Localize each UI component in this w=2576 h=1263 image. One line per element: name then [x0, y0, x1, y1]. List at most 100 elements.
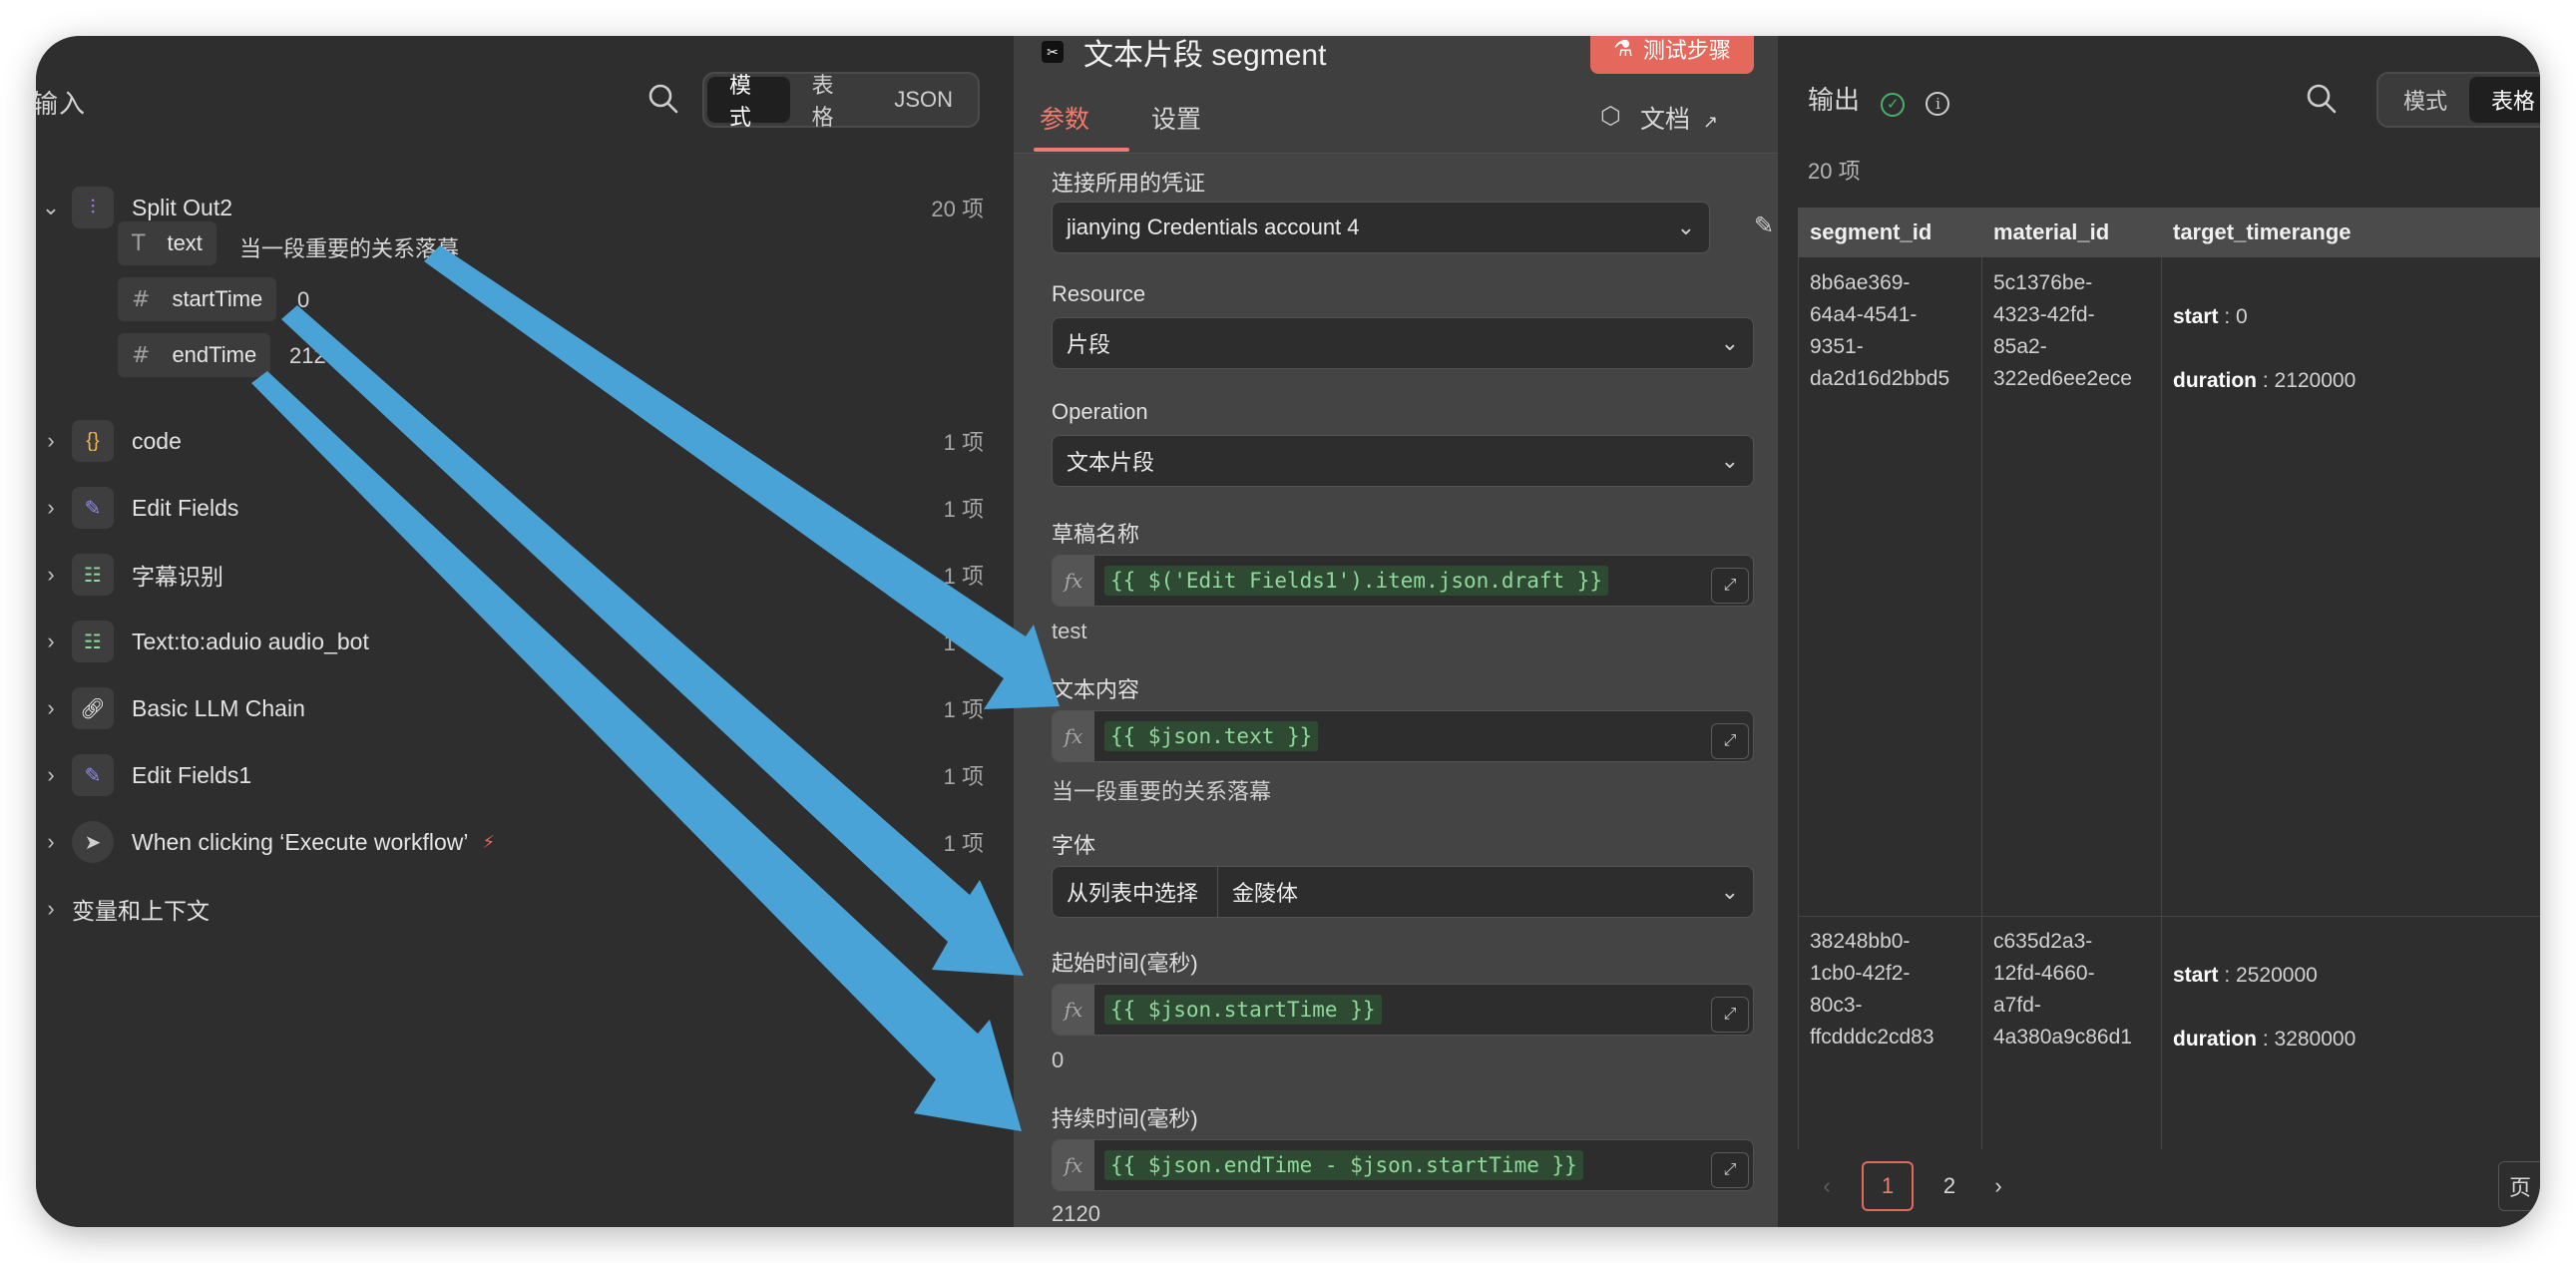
expand-icon[interactable]: ⤢ — [1711, 1152, 1749, 1188]
previous-page-icon[interactable]: ‹ — [1812, 1161, 1842, 1211]
draft-name-result: test — [1052, 619, 1087, 643]
start-time-expression[interactable]: fx {{ $json.startTime }} ⤢ — [1052, 984, 1754, 1036]
chevron-down-icon: ⌄ — [1676, 214, 1695, 239]
chevron-down-icon: ⌄ — [1720, 448, 1739, 473]
credential-select[interactable]: jianying Credentials account 4 ⌄ — [1052, 202, 1710, 253]
node-title-text: 文本片段 segment — [1083, 39, 1327, 72]
expand-icon[interactable]: ⤢ — [1711, 723, 1749, 759]
expression-code: {{ $json.endTime - $json.startTime }} — [1104, 1150, 1583, 1180]
draft-name-label: 草稿名称 — [1052, 522, 1140, 547]
text-content-expression[interactable]: fx {{ $json.text }} ⤢ — [1052, 710, 1754, 762]
edit-credential-icon[interactable]: ✎ — [1754, 211, 1774, 240]
page-size-select[interactable]: 页 — [2498, 1161, 2540, 1211]
number-type-icon: # — [132, 342, 151, 368]
page-1-button[interactable]: 1 — [1862, 1161, 1914, 1211]
chevron-right-icon[interactable]: › — [36, 428, 66, 454]
tree-node-edit-fields[interactable]: › ✎ Edit Fields 1 项 — [36, 480, 984, 536]
key-start: start — [2173, 964, 2219, 987]
search-icon[interactable] — [646, 82, 680, 116]
expand-icon[interactable]: ⤢ — [1711, 997, 1749, 1033]
value-start: 2520000 — [2236, 964, 2318, 987]
field-starttime[interactable]: # startTime — [118, 277, 277, 321]
chevron-right-icon[interactable]: › — [36, 562, 66, 588]
input-view-table[interactable]: 表格 — [790, 73, 873, 130]
tab-settings[interactable]: 设置 — [1151, 100, 1201, 136]
node-label: 字幕识别 — [132, 564, 223, 590]
chevron-right-icon[interactable]: › — [36, 896, 66, 922]
item-count: 20 项 — [931, 197, 984, 221]
start-time-result: 0 — [1052, 1048, 1065, 1072]
duration-result: 2120 — [1052, 1201, 1100, 1226]
input-view-schema[interactable]: 模式 — [707, 73, 790, 130]
operation-select[interactable]: 文本片段 ⌄ — [1052, 435, 1754, 487]
active-tab-indicator — [1034, 148, 1129, 152]
duration-expression[interactable]: fx {{ $json.endTime - $json.startTime }}… — [1052, 1139, 1754, 1191]
docs-link[interactable]: 文档 ↗ — [1640, 100, 1718, 136]
output-view-toggle: 模式 表格 — [2376, 72, 2540, 128]
field-text[interactable]: T text — [118, 221, 216, 265]
field-value: 2120 — [289, 343, 338, 368]
item-count: 1 项 — [943, 430, 984, 455]
tab-parameters[interactable]: 参数 — [1040, 100, 1089, 136]
output-panel-title: 输出 ✓ i — [1808, 80, 1950, 117]
number-type-icon: # — [132, 286, 151, 312]
chevron-right-icon[interactable]: › — [36, 762, 66, 788]
fx-icon: fx — [1053, 556, 1094, 606]
text-content-result: 当一段重要的关系落幕 — [1052, 779, 1272, 804]
tree-node-edit-fields1[interactable]: › ✎ Edit Fields1 1 项 — [36, 747, 984, 803]
credential-value: jianying Credentials account 4 — [1067, 214, 1360, 239]
tree-node-code[interactable]: › {} code 1 项 — [36, 413, 984, 469]
expand-icon[interactable]: ⤢ — [1711, 568, 1749, 604]
tree-node-subtitle-recognition[interactable]: › ☷ 字幕识别 1 项 — [36, 547, 984, 603]
chevron-right-icon[interactable]: › — [36, 695, 66, 721]
value-start: 0 — [2236, 305, 2248, 328]
node-label: When clicking ‘Execute workflow’ — [132, 828, 469, 855]
item-count: 1 项 — [943, 631, 984, 655]
field-name: text — [167, 230, 203, 255]
output-title-text: 输出 — [1808, 85, 1861, 115]
cube-icon[interactable]: ⬡ — [1600, 102, 1621, 131]
test-step-label: 测试步骤 — [1642, 38, 1731, 63]
expression-code: {{ $('Edit Fields1').item.json.draft }} — [1104, 566, 1609, 596]
fx-icon: fx — [1053, 711, 1094, 761]
tree-node-manual-trigger[interactable]: › ➤ When clicking ‘Execute workflow’ ⚡︎ … — [36, 814, 984, 870]
tree-node-basic-llm-chain[interactable]: › 🔗︎ Basic LLM Chain 1 项 — [36, 680, 984, 736]
tree-node-text-to-audio[interactable]: › ☷ Text:to:aduio audio_bot 1 项 — [36, 614, 984, 669]
resource-label: Resource — [1052, 281, 1146, 306]
output-view-schema[interactable]: 模式 — [2381, 77, 2469, 123]
font-select[interactable]: 从列表中选择 金陵体 ⌄ — [1052, 866, 1754, 918]
operation-label: Operation — [1052, 399, 1148, 424]
search-icon[interactable] — [2305, 82, 2339, 116]
field-value: 当一段重要的关系落幕 — [239, 236, 460, 261]
fx-icon: fx — [1053, 985, 1094, 1035]
item-count: 1 项 — [943, 497, 984, 522]
pencil-icon: ✎ — [72, 754, 114, 796]
font-label: 字体 — [1052, 833, 1096, 858]
chevron-right-icon[interactable]: › — [36, 495, 66, 521]
test-step-button[interactable]: ⚗︎ 测试步骤 — [1590, 36, 1754, 74]
page-2-button[interactable]: 2 — [1924, 1161, 1975, 1211]
lightning-icon: ⚡︎ — [482, 831, 496, 852]
field-endtime[interactable]: # endTime — [118, 333, 271, 377]
column-header-segment-id: segment_id — [1810, 219, 1932, 244]
cell-material-id: 5c1376be- 4323-42fd- 85a2- 322ed6ee2ece — [1993, 271, 2132, 390]
text-type-icon: T — [132, 230, 146, 256]
field-value: 0 — [297, 287, 310, 312]
text-content-label: 文本内容 — [1052, 677, 1140, 702]
output-view-table[interactable]: 表格 — [2469, 77, 2540, 123]
info-icon[interactable]: i — [1926, 92, 1950, 116]
chevron-right-icon[interactable]: › — [36, 829, 66, 855]
chevron-right-icon[interactable]: › — [36, 629, 66, 654]
tree-node-variables-context[interactable]: › 变量和上下文 — [36, 881, 984, 937]
resource-select[interactable]: 片段 ⌄ — [1052, 317, 1754, 369]
resource-value: 片段 — [1067, 332, 1111, 357]
output-panel: 输出 ✓ i 模式 表格 20 项 segment_id material_id… — [1778, 36, 2540, 1227]
input-view-json[interactable]: JSON — [872, 77, 975, 123]
font-mode-select[interactable]: 从列表中选择 — [1053, 867, 1218, 917]
duration-label: 持续时间(毫秒) — [1052, 1106, 1198, 1131]
key-start: start — [2173, 305, 2219, 328]
next-page-icon[interactable]: › — [1983, 1161, 2013, 1211]
chevron-down-icon[interactable]: ⌄ — [36, 195, 66, 220]
table-border — [1798, 257, 1799, 1185]
draft-name-expression[interactable]: fx {{ $('Edit Fields1').item.json.draft … — [1052, 555, 1754, 607]
